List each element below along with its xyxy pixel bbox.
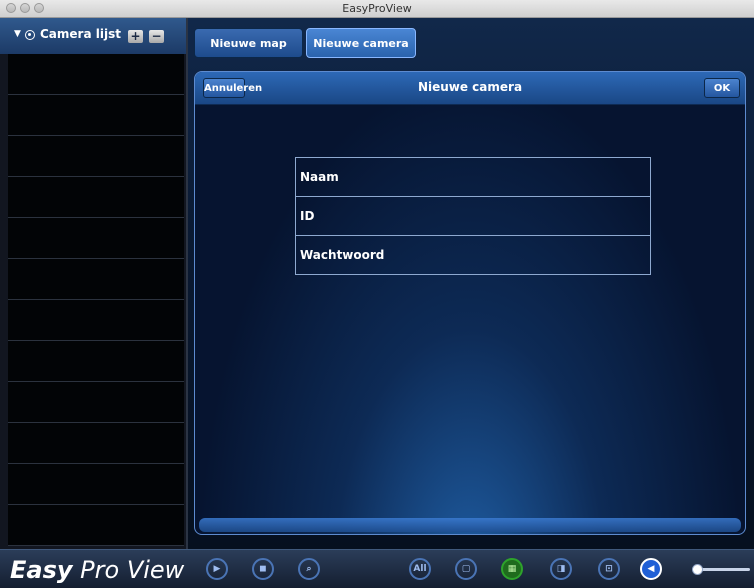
speaker-icon[interactable]: ◀ bbox=[640, 558, 662, 580]
camera-list-label: Camera lijst bbox=[40, 27, 121, 41]
camera-list bbox=[8, 54, 184, 546]
ok-button[interactable]: OK bbox=[704, 78, 740, 98]
window-title: EasyProView bbox=[342, 2, 412, 15]
dialog-title: Nieuwe camera bbox=[417, 80, 523, 94]
main-panel: Nieuwe map Nieuwe camera Annuleren Nieuw… bbox=[188, 18, 754, 549]
single-view-icon[interactable]: ▢ bbox=[455, 558, 477, 580]
easy-pro-view-logo: Easy Pro View bbox=[10, 556, 185, 584]
list-item[interactable] bbox=[8, 464, 184, 505]
list-item[interactable] bbox=[8, 177, 184, 218]
record-icon bbox=[25, 30, 35, 40]
id-field[interactable]: ID bbox=[296, 197, 650, 236]
list-item[interactable] bbox=[8, 341, 184, 382]
play-icon[interactable]: ▶ bbox=[206, 558, 228, 580]
list-item[interactable] bbox=[8, 382, 184, 423]
camera-form: Naam ID Wachtwoord bbox=[295, 157, 651, 275]
list-item[interactable] bbox=[8, 54, 184, 95]
camera-list-header: ▼ Camera lijst + − bbox=[0, 18, 186, 54]
remove-camera-button[interactable]: − bbox=[149, 30, 164, 43]
list-item[interactable] bbox=[8, 259, 184, 300]
list-item[interactable] bbox=[8, 300, 184, 341]
camera-icon[interactable]: ◼ bbox=[252, 558, 274, 580]
quad-view-icon[interactable]: ▦ bbox=[501, 558, 523, 580]
dialog-header: Annuleren Nieuwe camera OK bbox=[195, 72, 745, 105]
password-field[interactable]: Wachtwoord bbox=[296, 236, 650, 274]
list-item[interactable] bbox=[8, 423, 184, 464]
volume-slider-knob[interactable] bbox=[692, 564, 703, 575]
tab-nieuwe-map[interactable]: Nieuwe map bbox=[194, 28, 303, 58]
name-field[interactable]: Naam bbox=[296, 158, 650, 197]
tab-nieuwe-camera[interactable]: Nieuwe camera bbox=[306, 28, 416, 58]
title-bar: EasyProView bbox=[0, 0, 754, 18]
list-item[interactable] bbox=[8, 136, 184, 177]
search-icon[interactable]: ⌕ bbox=[298, 558, 320, 580]
add-camera-button[interactable]: + bbox=[128, 30, 143, 43]
fullscreen-icon[interactable]: ⊡ bbox=[598, 558, 620, 580]
volume-slider-track[interactable] bbox=[700, 568, 750, 571]
camera-list-sidebar: ▼ Camera lijst + − bbox=[0, 18, 188, 549]
dialog-bottom-bar bbox=[199, 518, 741, 532]
bottom-toolbar: Easy Pro View ▶ ◼ ⌕ All ▢ ▦ ◨ ⊡ ◀ bbox=[0, 549, 754, 588]
split-view-icon[interactable]: ◨ bbox=[550, 558, 572, 580]
disclosure-triangle-icon[interactable]: ▼ bbox=[14, 29, 21, 39]
list-item[interactable] bbox=[8, 218, 184, 259]
list-item[interactable] bbox=[8, 95, 184, 136]
list-item[interactable] bbox=[8, 505, 184, 546]
all-icon[interactable]: All bbox=[409, 558, 431, 580]
new-camera-dialog: Annuleren Nieuwe camera OK Naam ID Wacht… bbox=[194, 71, 746, 535]
